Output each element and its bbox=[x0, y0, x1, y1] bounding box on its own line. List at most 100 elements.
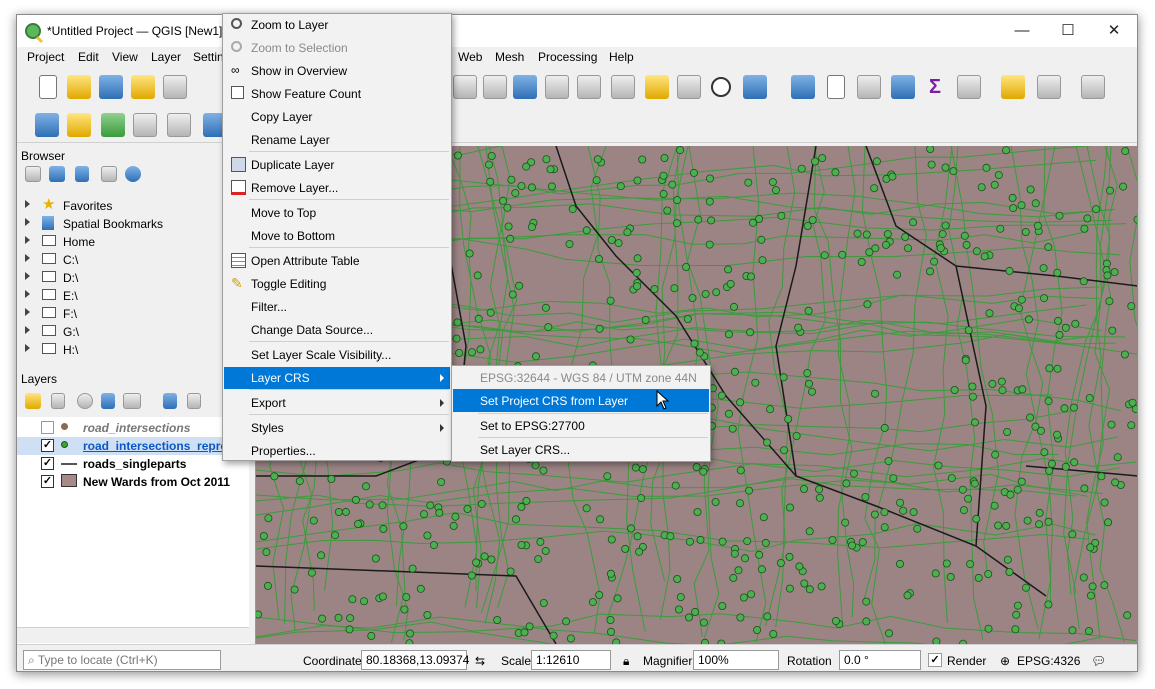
browser-item-c[interactable]: C:\ bbox=[17, 251, 249, 269]
add-vector-icon[interactable] bbox=[67, 113, 91, 137]
new-3d-view-icon[interactable] bbox=[611, 75, 635, 99]
menu-view[interactable]: View bbox=[112, 50, 138, 64]
add-group-icon[interactable] bbox=[51, 393, 65, 409]
layer-visibility-checkbox[interactable]: ✓ bbox=[41, 457, 54, 470]
menu-web[interactable]: Web bbox=[458, 50, 482, 64]
locate-icon[interactable] bbox=[1037, 75, 1061, 99]
lock-scale-icon[interactable]: 🔒︎ bbox=[623, 654, 629, 669]
menu-layer-crs[interactable]: Layer CRS bbox=[224, 367, 450, 389]
layer-item-road-intersections-repro[interactable]: ✓ road_intersections_repro bbox=[17, 437, 249, 455]
menu-properties[interactable]: Properties... bbox=[224, 440, 450, 462]
bookmark-icon[interactable] bbox=[645, 75, 669, 99]
browser-item-favorites[interactable]: ★ Favorites bbox=[17, 197, 249, 215]
menu-zoom-to-selection[interactable]: Zoom to Selection bbox=[224, 37, 450, 59]
submenu-set-project-crs[interactable]: Set Project CRS from Layer bbox=[453, 389, 709, 412]
style-manager-icon[interactable] bbox=[25, 393, 41, 409]
menu-show-feature-count[interactable]: Show Feature Count bbox=[224, 83, 450, 105]
expand-all-icon[interactable] bbox=[163, 393, 177, 409]
close-button[interactable]: ✕ bbox=[1091, 15, 1137, 47]
field-calculator-icon[interactable] bbox=[857, 75, 881, 99]
browser-item-e[interactable]: E:\ bbox=[17, 287, 249, 305]
collapse-all-icon[interactable] bbox=[187, 393, 201, 409]
menu-filter[interactable]: Filter... bbox=[224, 296, 450, 318]
coordinate-field[interactable]: 80.18368,13.09374 bbox=[361, 650, 469, 670]
menu-copy-layer[interactable]: Copy Layer bbox=[224, 106, 450, 128]
menu-rename-layer[interactable]: Rename Layer bbox=[224, 129, 450, 151]
rotation-spinbox[interactable]: 0.0 ° bbox=[839, 650, 921, 670]
maximize-button[interactable]: ☐ bbox=[1045, 15, 1091, 47]
identify-icon[interactable] bbox=[791, 75, 815, 99]
browser-item-d[interactable]: D:\ bbox=[17, 269, 249, 287]
zoom-1to1-icon[interactable] bbox=[483, 75, 507, 99]
attribute-table-icon[interactable] bbox=[827, 75, 845, 99]
messages-icon[interactable]: 💬︎ bbox=[1091, 654, 1106, 668]
layer-visibility-checkbox[interactable] bbox=[41, 421, 54, 434]
temporal-controller-icon[interactable] bbox=[711, 77, 731, 97]
menu-help[interactable]: Help bbox=[609, 50, 634, 64]
text-annotation-icon[interactable] bbox=[1081, 75, 1105, 99]
print-layout-icon[interactable] bbox=[163, 75, 187, 99]
filter-legend-icon[interactable] bbox=[101, 393, 115, 409]
map-tips-icon[interactable] bbox=[1001, 75, 1025, 99]
layers-horizontal-scrollbar[interactable] bbox=[17, 627, 249, 643]
visibility-icon[interactable] bbox=[77, 393, 93, 409]
locator-search-input[interactable]: ⌕ Type to locate (Ctrl+K) bbox=[23, 650, 221, 670]
new-map-view-icon[interactable] bbox=[577, 75, 601, 99]
collapse-all-icon[interactable] bbox=[101, 166, 117, 182]
menu-zoom-to-layer[interactable]: Zoom to Layer bbox=[224, 14, 450, 36]
add-raster-icon[interactable] bbox=[101, 113, 125, 137]
save-project-icon[interactable] bbox=[99, 75, 123, 99]
menu-project[interactable]: Project bbox=[27, 50, 64, 64]
layer-item-new-wards[interactable]: ✓ New Wards from Oct 2011 bbox=[17, 473, 249, 491]
submenu-set-layer-crs[interactable]: Set Layer CRS... bbox=[453, 438, 709, 461]
layer-visibility-checkbox[interactable]: ✓ bbox=[41, 475, 54, 488]
zoom-last-icon[interactable] bbox=[513, 75, 537, 99]
menu-mesh[interactable]: Mesh bbox=[495, 50, 524, 64]
zoom-native-icon[interactable] bbox=[453, 75, 477, 99]
browser-item-bookmarks[interactable]: Spatial Bookmarks bbox=[17, 215, 249, 233]
scale-dropdown[interactable]: 1:12610 bbox=[531, 650, 611, 670]
menu-move-to-bottom[interactable]: Move to Bottom bbox=[224, 225, 450, 247]
add-spatialite-icon[interactable] bbox=[167, 113, 191, 137]
menu-remove-layer[interactable]: Remove Layer... bbox=[224, 177, 450, 199]
submenu-set-epsg-27700[interactable]: Set to EPSG:27700 bbox=[453, 414, 709, 437]
browser-item-f[interactable]: F:\ bbox=[17, 305, 249, 323]
menu-open-attribute-table[interactable]: Open Attribute Table bbox=[224, 250, 450, 272]
save-as-icon[interactable] bbox=[131, 75, 155, 99]
layer-visibility-checkbox[interactable]: ✓ bbox=[41, 439, 54, 452]
statistics-sum-icon[interactable]: Σ bbox=[923, 75, 947, 99]
render-checkbox[interactable]: ✓ bbox=[928, 653, 942, 667]
menu-export[interactable]: Export bbox=[224, 392, 450, 414]
browser-item-h[interactable]: H:\ bbox=[17, 341, 249, 359]
filter-expression-icon[interactable] bbox=[123, 393, 141, 409]
measure-icon[interactable] bbox=[957, 75, 981, 99]
filter-browser-icon[interactable] bbox=[75, 166, 89, 182]
menu-change-data-source[interactable]: Change Data Source... bbox=[224, 319, 450, 341]
refresh-browser-icon[interactable] bbox=[49, 166, 65, 182]
show-bookmarks-icon[interactable] bbox=[677, 75, 701, 99]
menu-duplicate-layer[interactable]: Duplicate Layer bbox=[224, 154, 450, 176]
properties-icon[interactable] bbox=[125, 166, 141, 182]
menu-edit[interactable]: Edit bbox=[78, 50, 99, 64]
browser-item-home[interactable]: Home bbox=[17, 233, 249, 251]
new-project-icon[interactable] bbox=[39, 75, 57, 99]
add-selected-icon[interactable] bbox=[25, 166, 41, 182]
refresh-icon[interactable] bbox=[743, 75, 767, 99]
mouse-coordinates-icon[interactable]: ⇆ bbox=[475, 654, 485, 668]
menu-processing[interactable]: Processing bbox=[538, 50, 597, 64]
add-layer-icon[interactable] bbox=[35, 113, 59, 137]
menu-set-layer-scale-visibility[interactable]: Set Layer Scale Visibility... bbox=[224, 344, 450, 366]
minimize-button[interactable]: — bbox=[999, 15, 1045, 47]
browser-item-g[interactable]: G:\ bbox=[17, 323, 249, 341]
layer-item-road-intersections[interactable]: road_intersections bbox=[17, 419, 249, 437]
add-delimited-icon[interactable] bbox=[133, 113, 157, 137]
menu-styles[interactable]: Styles bbox=[224, 417, 450, 439]
menu-settings[interactable]: Settin bbox=[193, 50, 224, 64]
processing-toolbox-icon[interactable] bbox=[891, 75, 915, 99]
open-project-icon[interactable] bbox=[67, 75, 91, 99]
menu-layer[interactable]: Layer bbox=[151, 50, 181, 64]
menu-show-in-overview[interactable]: ∞ Show in Overview bbox=[224, 60, 450, 82]
crs-button[interactable]: EPSG:4326 bbox=[1017, 654, 1080, 668]
menu-move-to-top[interactable]: Move to Top bbox=[224, 202, 450, 224]
magnifier-spinbox[interactable]: 100% bbox=[693, 650, 779, 670]
